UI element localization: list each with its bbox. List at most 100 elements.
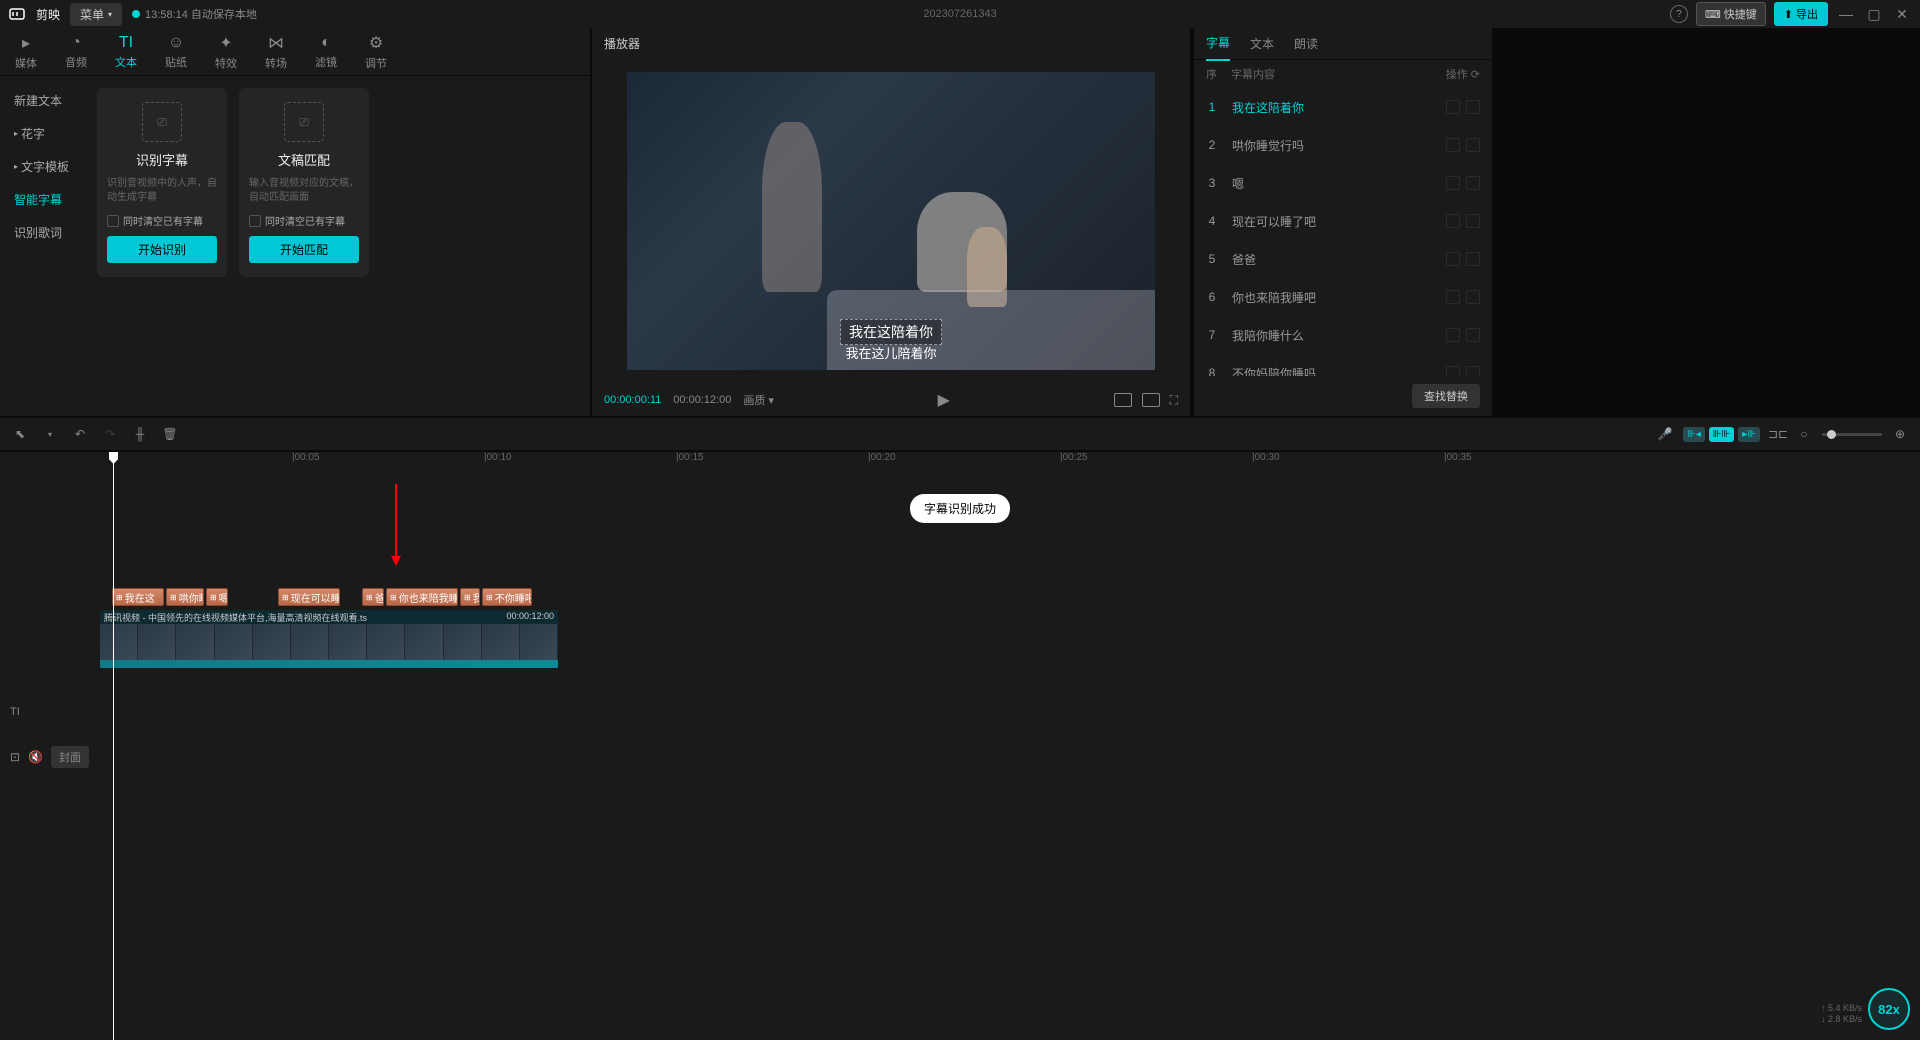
subtitle-row[interactable]: 4现在可以睡了吧 [1194,202,1492,240]
undo-icon[interactable]: ↶ [72,426,88,442]
sidebar-item-新建文本[interactable]: 新建文本 [0,84,85,117]
subtitle-clip[interactable]: 我 [460,588,480,606]
right-tab-朗读[interactable]: 朗读 [1294,27,1318,60]
subtitle-clip[interactable]: 我在这 [112,588,164,606]
video-preview[interactable]: 我在这陪着你 我在这儿陪着你 [627,72,1155,370]
current-time: 00:00:00:11 [604,394,661,406]
delete-subtitle-icon[interactable] [1466,328,1480,342]
preview-subtitle-box[interactable]: 我在这陪着你 [840,319,942,345]
pointer-dropdown[interactable]: ▾ [42,426,58,442]
find-replace-button[interactable]: 查找替换 [1412,384,1480,408]
tool-tab-调节[interactable]: ⚙调节 [365,33,387,71]
card-checkbox[interactable]: 同时清空已有字幕 [249,213,359,228]
subtitle-row[interactable]: 7我陪你睡什么 [1194,316,1492,354]
subtitle-clip[interactable]: 爸 [362,588,384,606]
shortcut-button[interactable]: ⌨ 快捷键 [1696,2,1766,26]
add-subtitle-icon[interactable] [1446,100,1460,114]
delete-subtitle-icon[interactable] [1466,290,1480,304]
card-desc: 识别音视频中的人声，自动生成字幕 [107,177,217,205]
subtitle-row[interactable]: 2哄你睡觉行吗 [1194,126,1492,164]
track-mute-icon[interactable]: 🔇 [28,750,43,764]
snap-2[interactable]: ⊪⊪ [1709,427,1734,442]
add-subtitle-icon[interactable] [1446,214,1460,228]
add-subtitle-icon[interactable] [1446,290,1460,304]
right-tab-文本[interactable]: 文本 [1250,27,1274,60]
ruler-mark: |00:30 [1252,452,1280,463]
sidebar-item-文字模板[interactable]: ▸文字模板 [0,150,85,183]
track-lock-icon[interactable]: ⊡ [10,750,20,764]
subtitle-row[interactable]: 6你也来陪我睡吧 [1194,278,1492,316]
tool-tab-特效[interactable]: ✦特效 [215,33,237,71]
add-subtitle-icon[interactable] [1446,328,1460,342]
add-subtitle-icon[interactable] [1446,138,1460,152]
add-subtitle-icon[interactable] [1446,252,1460,266]
card-button[interactable]: 开始匹配 [249,236,359,263]
tool-tab-音频[interactable]: ◔音频 [65,34,87,70]
close-icon[interactable]: ✕ [1892,4,1912,24]
subtitle-row[interactable]: 8不你妈陪你睡吗 [1194,354,1492,376]
ruler-mark: |00:05 [292,452,320,463]
split-icon[interactable]: ╫ [132,426,148,442]
delete-icon[interactable]: 🗑 [162,426,178,442]
subtitle-clip[interactable]: 不你睡吧 [482,588,532,606]
menu-button[interactable]: 菜单▾ [70,3,122,26]
right-tab-字幕[interactable]: 字幕 [1206,26,1230,61]
zoom-slider[interactable] [1822,433,1882,436]
ratio-icon[interactable] [1142,393,1160,407]
card-checkbox[interactable]: 同时清空已有字幕 [107,213,217,228]
card-icon: ⎚ [284,102,324,142]
video-clip[interactable]: 腾讯视频 - 中国领先的在线视频媒体平台,海量高清视频在线观看.ts00:00:… [100,610,558,668]
app-name: 剪映 [36,6,60,23]
subtitle-clip[interactable]: 嗯 [206,588,228,606]
tool-tab-贴纸[interactable]: ☺贴纸 [165,34,187,70]
align-icon[interactable]: ⊐⊏ [1770,426,1786,442]
tool-tab-文本[interactable]: TI文本 [115,34,137,70]
delete-subtitle-icon[interactable] [1466,100,1480,114]
card-文稿匹配: ⎚ 文稿匹配 输入音视频对应的文稿，自动匹配画面 同时清空已有字幕 开始匹配 [239,88,369,277]
card-button[interactable]: 开始识别 [107,236,217,263]
sidebar-item-花字[interactable]: ▸花字 [0,117,85,150]
subtitle-clip[interactable]: 现在可以睡 [278,588,340,606]
quality-selector[interactable]: 画质 ▾ [743,392,774,408]
delete-subtitle-icon[interactable] [1466,138,1480,152]
card-title: 文稿匹配 [278,150,330,169]
pointer-tool[interactable]: ⬉ [12,426,28,442]
subtitle-row[interactable]: 5爸爸 [1194,240,1492,278]
subtitle-row[interactable]: 1我在这陪着你 [1194,88,1492,126]
sidebar-item-智能字幕[interactable]: 智能字幕 [0,183,85,216]
redo-icon[interactable]: ↷ [102,426,118,442]
delete-subtitle-icon[interactable] [1466,214,1480,228]
subtitle-clip[interactable]: 哄你睡 [166,588,204,606]
player-title: 播放器 [592,28,1190,58]
help-icon[interactable]: ? [1670,5,1688,23]
delete-subtitle-icon[interactable] [1466,176,1480,190]
fullscreen-icon[interactable]: ⛶ [1170,393,1178,408]
annotation-arrow [395,484,397,564]
export-button[interactable]: ⬆ 导出 [1774,2,1828,26]
subtitle-row[interactable]: 3嗯 [1194,164,1492,202]
subtitle-clip[interactable]: 你也来陪我睡 [386,588,458,606]
mic-icon[interactable]: 🎤 [1657,426,1673,442]
tool-tab-滤镜[interactable]: ◐滤镜 [315,34,337,70]
col-content: 字幕内容 [1231,66,1275,82]
tool-tab-媒体[interactable]: ▸媒体 [15,33,37,71]
snap-1[interactable]: ⊪◂ [1683,427,1705,442]
minimize-icon[interactable]: — [1836,4,1856,24]
card-desc: 输入音视频对应的文稿，自动匹配画面 [249,177,359,205]
cover-button[interactable]: 封面 [51,746,89,768]
maximize-icon[interactable]: ▢ [1864,4,1884,24]
compare-icon[interactable] [1114,393,1132,407]
playhead[interactable] [113,452,114,1040]
ruler-mark: |00:15 [676,452,704,463]
sidebar-item-识别歌词[interactable]: 识别歌词 [0,216,85,249]
speed-badge: 82x [1868,988,1910,1030]
play-button[interactable]: ▶ [938,390,950,410]
tool-tab-转场[interactable]: ⋈转场 [265,33,287,71]
zoom-out-icon[interactable]: ○ [1796,426,1812,442]
add-subtitle-icon[interactable] [1446,366,1460,376]
delete-subtitle-icon[interactable] [1466,252,1480,266]
snap-3[interactable]: ▸⊪ [1738,427,1760,442]
zoom-fit-icon[interactable]: ⊕ [1892,426,1908,442]
delete-subtitle-icon[interactable] [1466,366,1480,376]
add-subtitle-icon[interactable] [1446,176,1460,190]
